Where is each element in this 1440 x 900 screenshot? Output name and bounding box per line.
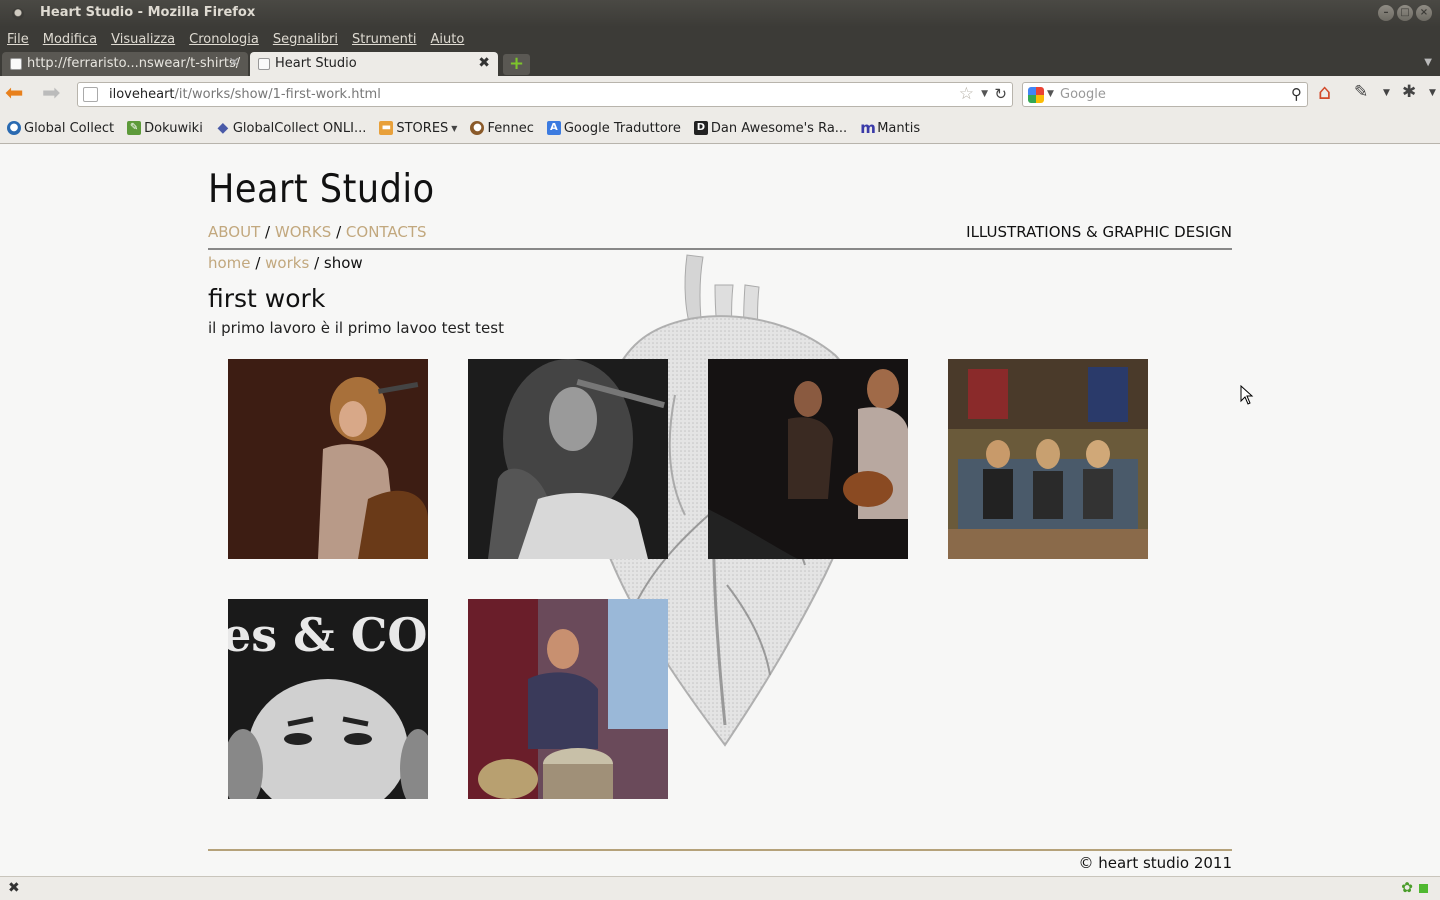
menu-cronologia[interactable]: Cronologia bbox=[189, 32, 259, 47]
maximize-icon[interactable]: □ bbox=[1397, 5, 1413, 21]
close-tab-icon[interactable]: ✖ bbox=[478, 55, 490, 71]
url-history-dropdown-icon[interactable]: ▼ bbox=[981, 89, 988, 99]
forward-button[interactable]: ➡ bbox=[42, 83, 60, 105]
mantis-icon: m bbox=[860, 119, 876, 137]
breadcrumb-works-link[interactable]: works bbox=[265, 254, 309, 272]
wiki-icon: ✎ bbox=[127, 121, 142, 135]
work-description: il primo lavoro è il primo lavoo test te… bbox=[208, 319, 504, 337]
menu-modifica[interactable]: Modifica bbox=[43, 32, 97, 47]
fennec-icon: ● bbox=[470, 121, 485, 135]
addon-tool-dropdown-icon[interactable]: ▼ bbox=[1429, 88, 1436, 98]
menubar: File Modifica Visualizza Cronologia Segn… bbox=[0, 27, 1440, 51]
tab-label: http://ferraristo...nswear/t-shirts/ bbox=[27, 56, 241, 71]
nav-contacts-link[interactable]: CONTACTS bbox=[346, 223, 427, 241]
menu-visualizza[interactable]: Visualizza bbox=[111, 32, 175, 47]
bookmark-fennec[interactable]: ● Fennec bbox=[470, 121, 534, 136]
status-bar: ✖ ✿ bbox=[0, 876, 1440, 900]
page-viewport[interactable]: Heart Studio ABOUT / WORKS / CONTACTS IL… bbox=[0, 145, 1440, 876]
breadcrumb: home / works / show bbox=[208, 254, 363, 272]
bookmark-global-collect[interactable]: ● Global Collect bbox=[7, 121, 114, 136]
breadcrumb-separator: / bbox=[255, 254, 261, 272]
site-title[interactable]: Heart Studio bbox=[208, 167, 435, 212]
nav-separator: / bbox=[336, 223, 342, 241]
menu-file[interactable]: File bbox=[7, 32, 29, 47]
google-engine-icon[interactable] bbox=[1028, 87, 1044, 103]
tab-heart-studio[interactable]: Heart Studio ✖ bbox=[250, 52, 498, 76]
main-navigation: ABOUT / WORKS / CONTACTS bbox=[208, 223, 427, 241]
site-identity-icon[interactable] bbox=[83, 87, 98, 102]
back-button[interactable]: ⬅ bbox=[5, 83, 23, 105]
nav-separator: / bbox=[265, 223, 271, 241]
pen-tool-icon[interactable]: ✎ bbox=[1354, 82, 1368, 102]
translate-icon: A bbox=[546, 121, 561, 135]
window-titlebar: Heart Studio - Mozilla Firefox – □ × bbox=[0, 0, 1440, 27]
tab-ferraristo[interactable]: http://ferraristo...nswear/t-shirts/ ✕ bbox=[2, 52, 248, 76]
new-tab-button[interactable]: + bbox=[503, 54, 530, 75]
gallery-thumbnail-singer-guitar[interactable] bbox=[228, 359, 428, 559]
work-title: first work bbox=[208, 284, 326, 313]
gallery-thumbnail-drummer[interactable] bbox=[468, 599, 668, 799]
window-controls: – □ × bbox=[1378, 5, 1432, 21]
folder-icon: ▬ bbox=[379, 121, 394, 135]
search-input[interactable]: Google bbox=[1060, 87, 1106, 102]
menu-aiuto[interactable]: Aiuto bbox=[431, 32, 465, 47]
page-favicon-icon bbox=[10, 58, 22, 70]
minimize-icon[interactable]: – bbox=[1378, 5, 1394, 21]
breadcrumb-current: show bbox=[323, 254, 363, 272]
bookmark-mantis[interactable]: m Mantis bbox=[860, 121, 920, 136]
band-logo-text: es & COMP bbox=[228, 608, 428, 662]
bookmark-dan-awesome[interactable]: D Dan Awesome's Ra... bbox=[693, 121, 847, 136]
gallery-thumbnail-curly-hair-singer[interactable] bbox=[468, 359, 668, 559]
bookmark-star-icon[interactable]: ☆ bbox=[959, 84, 974, 104]
window-title: Heart Studio - Mozilla Firefox bbox=[40, 5, 256, 20]
close-addon-bar-icon[interactable]: ✖ bbox=[8, 880, 20, 896]
gallery-thumbnail-band-on-stage[interactable] bbox=[708, 359, 908, 559]
d-icon: D bbox=[693, 121, 708, 135]
gallery-thumbnail-band-poster[interactable]: es & COMP bbox=[228, 599, 428, 799]
search-icon[interactable]: ⚲ bbox=[1291, 85, 1302, 103]
bookmark-globalcollect-online[interactable]: ◆ GlobalCollect ONLI... bbox=[216, 120, 366, 136]
diamond-icon: ◆ bbox=[217, 120, 229, 136]
close-window-icon[interactable]: × bbox=[1416, 5, 1432, 21]
globe-icon: ● bbox=[7, 121, 21, 135]
status-indicator-icon[interactable] bbox=[1419, 884, 1428, 893]
copyright-text: © heart studio 2011 bbox=[1078, 854, 1232, 872]
pen-tool-dropdown-icon[interactable]: ▼ bbox=[1383, 88, 1390, 98]
breadcrumb-separator: / bbox=[314, 254, 320, 272]
menu-segnalibri[interactable]: Segnalibri bbox=[273, 32, 338, 47]
home-icon[interactable]: ⌂ bbox=[1318, 80, 1331, 104]
search-bar[interactable]: ▼ Google ⚲ bbox=[1022, 82, 1308, 107]
addon-tool-icon[interactable]: ✱ bbox=[1402, 82, 1416, 102]
bookmarks-toolbar: ● Global Collect ✎ Dokuwiki ◆ GlobalCollect… bbox=[0, 113, 1440, 144]
reload-icon[interactable]: ↻ bbox=[994, 85, 1007, 103]
window-menu-icon[interactable] bbox=[12, 8, 24, 20]
breadcrumb-home-link[interactable]: home bbox=[208, 254, 251, 272]
url-bar[interactable]: iloveheart/it/works/show/1-first-work.ht… bbox=[77, 82, 1013, 107]
mouse-cursor-icon bbox=[1240, 385, 1254, 405]
search-engine-dropdown-icon[interactable]: ▼ bbox=[1047, 89, 1054, 99]
chevron-down-icon: ▼ bbox=[451, 123, 458, 133]
nav-works-link[interactable]: WORKS bbox=[275, 223, 331, 241]
page-favicon-icon bbox=[258, 58, 270, 70]
menu-strumenti[interactable]: Strumenti bbox=[352, 32, 417, 47]
tab-bar: http://ferraristo...nswear/t-shirts/ ✕ H… bbox=[0, 51, 1440, 76]
tab-list-icon[interactable]: ▼ bbox=[1424, 57, 1432, 68]
navigation-toolbar: ⬅ ➡ iloveheart/it/works/show/1-first-wor… bbox=[0, 76, 1440, 113]
bookmark-folder-stores[interactable]: ▬ STORES ▼ bbox=[379, 121, 457, 136]
addon-status-icon[interactable]: ✿ bbox=[1401, 880, 1413, 896]
bookmark-google-traduttore[interactable]: A Google Traduttore bbox=[546, 121, 681, 136]
site-tagline: ILLUSTRATIONS & GRAPHIC DESIGN bbox=[966, 223, 1232, 241]
bookmark-dokuwiki[interactable]: ✎ Dokuwiki bbox=[127, 121, 203, 136]
gallery-thumbnail-band-on-couch[interactable] bbox=[948, 359, 1148, 559]
header-divider bbox=[208, 248, 1232, 250]
nav-about-link[interactable]: ABOUT bbox=[208, 223, 260, 241]
url-text[interactable]: iloveheart/it/works/show/1-first-work.ht… bbox=[109, 87, 381, 102]
tab-label: Heart Studio bbox=[275, 56, 357, 71]
close-tab-icon[interactable]: ✕ bbox=[228, 55, 240, 71]
footer-divider bbox=[208, 849, 1232, 851]
